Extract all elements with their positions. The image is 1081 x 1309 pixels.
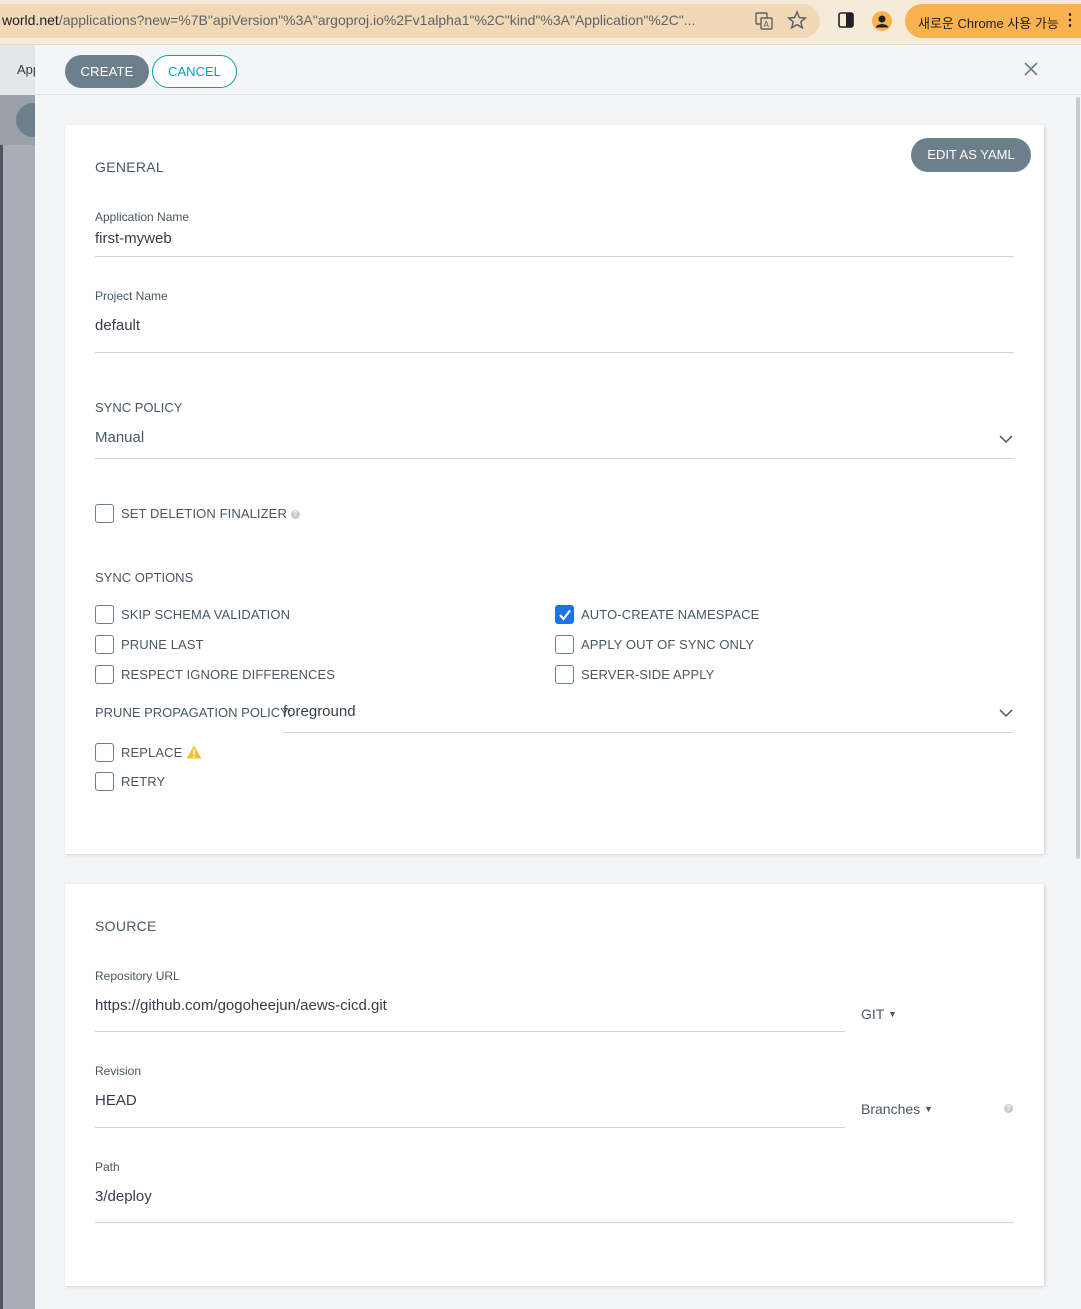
checkmark-icon — [559, 609, 571, 621]
path-underline — [95, 1222, 1014, 1223]
side-panel-icon[interactable] — [838, 12, 854, 33]
checkbox-box[interactable] — [95, 665, 114, 684]
background-app: App — [0, 45, 50, 1309]
deletion-finalizer-label: SET DELETION FINALIZER ? — [121, 506, 300, 521]
checkbox-label: AUTO-CREATE NAMESPACE — [581, 607, 760, 622]
edit-as-yaml-button[interactable]: EDIT AS YAML — [911, 138, 1031, 172]
svg-text:A: A — [764, 20, 770, 29]
url-host: world.net — [2, 12, 59, 28]
cancel-button[interactable]: CANCEL — [152, 55, 237, 88]
sync-options-title: SYNC OPTIONS — [95, 570, 194, 585]
more-options-icon[interactable]: ⋮ — [1062, 10, 1078, 30]
create-application-panel: CREATE CANCEL GENERAL EDIT AS YAML Appli… — [35, 45, 1081, 1309]
source-card: SOURCE Repository URL https://github.com… — [65, 884, 1044, 1286]
sync-policy-label: SYNC POLICY — [95, 400, 183, 415]
sync-policy-select[interactable]: Manual — [95, 429, 144, 446]
checkbox-label: SERVER-SIDE APPLY — [581, 667, 715, 682]
revision-type-select[interactable]: Branches ▼ — [861, 1101, 933, 1117]
checkbox-box-checked[interactable] — [555, 605, 574, 624]
revision-underline — [95, 1127, 845, 1128]
create-button[interactable]: CREATE — [65, 55, 149, 88]
checkbox-box[interactable] — [95, 605, 114, 624]
address-bar[interactable]: world.net/applications?new=%7B"apiVersio… — [0, 4, 820, 38]
repo-type-select[interactable]: GIT ▼ — [861, 1006, 897, 1022]
general-section-title: GENERAL — [95, 159, 165, 175]
chrome-update-button[interactable]: 새로운 Chrome 사용 가능 ⋮ — [905, 4, 1081, 38]
caret-down-icon: ▼ — [924, 1104, 933, 1114]
revision-label: Revision — [95, 1064, 142, 1078]
chevron-down-icon[interactable] — [999, 431, 1013, 449]
replace-label: REPLACE — [121, 745, 202, 762]
replace-text: REPLACE — [121, 745, 183, 760]
path-input[interactable]: 3/deploy — [95, 1188, 152, 1205]
repository-url-label: Repository URL — [95, 969, 180, 983]
checkbox-box[interactable] — [555, 635, 574, 654]
revision-input[interactable]: HEAD — [95, 1092, 137, 1109]
project-name-input[interactable]: default — [95, 317, 140, 334]
repository-url-input[interactable]: https://github.com/gogoheejun/aews-cicd.… — [95, 997, 387, 1014]
checkbox-label: APPLY OUT OF SYNC ONLY — [581, 637, 755, 652]
deletion-finalizer-box[interactable] — [95, 504, 114, 523]
checkbox-box[interactable] — [95, 635, 114, 654]
caret-down-icon: ▼ — [887, 1009, 897, 1019]
general-card: GENERAL EDIT AS YAML Application Name fi… — [65, 125, 1044, 854]
help-icon[interactable]: ? — [1004, 1104, 1013, 1113]
sync-policy-underline — [95, 458, 1014, 459]
project-name-label: Project Name — [95, 289, 168, 303]
background-header: App — [0, 45, 40, 95]
checkbox-label: PRUNE LAST — [121, 637, 204, 652]
application-name-label: Application Name — [95, 210, 190, 224]
help-icon[interactable]: ? — [290, 510, 300, 520]
browser-toolbar: world.net/applications?new=%7B"apiVersio… — [0, 0, 1081, 45]
profile-avatar-icon[interactable] — [872, 11, 892, 36]
checkbox-box[interactable] — [95, 772, 114, 791]
url-path: /applications?new=%7B"apiVersion"%3A"arg… — [58, 12, 696, 28]
prune-propagation-policy-label: PRUNE PROPAGATION POLICY: — [95, 705, 292, 720]
warning-icon[interactable] — [186, 745, 202, 762]
close-icon[interactable] — [1023, 55, 1039, 81]
checkbox-box[interactable] — [555, 665, 574, 684]
checkbox-box[interactable] — [95, 743, 114, 762]
background-edge — [0, 145, 3, 1309]
path-label: Path — [95, 1160, 120, 1174]
retry-label: RETRY — [121, 774, 166, 789]
application-name-underline — [95, 256, 1014, 257]
deletion-finalizer-text: SET DELETION FINALIZER — [121, 506, 287, 521]
translate-icon[interactable]: A — [755, 12, 773, 35]
panel-scrollbar[interactable] — [1076, 97, 1080, 859]
panel-toolbar: CREATE CANCEL — [35, 45, 1081, 95]
checkbox-label: SKIP SCHEMA VALIDATION — [121, 607, 291, 622]
url-text[interactable]: world.net/applications?new=%7B"apiVersio… — [2, 12, 747, 28]
application-name-input[interactable]: first-myweb — [95, 230, 172, 247]
repository-url-underline — [95, 1031, 845, 1032]
prune-policy-underline — [283, 732, 1014, 733]
project-name-underline — [95, 352, 1014, 353]
chrome-update-label: 새로운 Chrome 사용 가능 — [918, 16, 1059, 31]
chevron-down-icon[interactable] — [999, 705, 1013, 723]
checkbox-label: RESPECT IGNORE DIFFERENCES — [121, 667, 336, 682]
prune-propagation-policy-select[interactable]: foreground — [283, 703, 356, 720]
repo-type-label: GIT — [861, 1006, 885, 1022]
bookmark-star-icon[interactable] — [786, 10, 808, 35]
revision-type-label: Branches — [861, 1101, 921, 1117]
source-section-title: SOURCE — [95, 918, 157, 934]
